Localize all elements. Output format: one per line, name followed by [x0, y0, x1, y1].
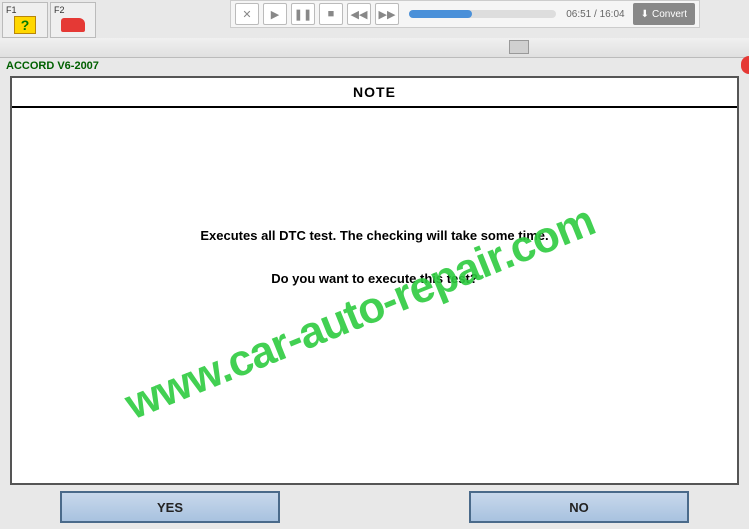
- tab-f2[interactable]: F2: [50, 2, 96, 38]
- download-icon: ⬇: [641, 9, 649, 20]
- tab-f1-label: F1: [3, 5, 17, 15]
- tab-f1[interactable]: F1 ?: [2, 2, 48, 38]
- function-tabs: F1 ? F2: [0, 0, 98, 38]
- forward-button[interactable]: ▶▶: [375, 3, 399, 25]
- play-button[interactable]: ▶: [263, 3, 287, 25]
- note-line-1: Executes all DTC test. The checking will…: [32, 228, 717, 243]
- close-button[interactable]: ✕: [235, 3, 259, 25]
- note-panel: NOTE Executes all DTC test. The checking…: [10, 76, 739, 485]
- help-icon: ?: [13, 15, 37, 35]
- media-player-bar: ✕ ▶ ❚❚ ■ ◀◀ ▶▶ 06:51 / 16:04 ⬇ Convert: [230, 0, 700, 28]
- rewind-button[interactable]: ◀◀: [347, 3, 371, 25]
- tab-f2-label: F2: [51, 5, 65, 15]
- progress-bar[interactable]: [409, 10, 556, 18]
- toolbar-strip: [0, 38, 749, 58]
- yes-button[interactable]: YES: [60, 491, 280, 523]
- convert-label: Convert: [652, 9, 687, 20]
- note-header: NOTE: [12, 78, 737, 108]
- convert-button[interactable]: ⬇ Convert: [633, 3, 695, 25]
- small-vehicle-icon: [509, 40, 529, 54]
- footer-buttons: YES NO: [0, 491, 749, 523]
- car-icon: [61, 15, 85, 35]
- stop-button[interactable]: ■: [319, 3, 343, 25]
- progress-fill: [409, 10, 472, 18]
- note-line-2: Do you want to execute this test?: [32, 271, 717, 286]
- note-body: Executes all DTC test. The checking will…: [12, 108, 737, 286]
- breadcrumb: ACCORD V6-2007: [2, 58, 103, 74]
- pause-button[interactable]: ❚❚: [291, 3, 315, 25]
- red-badge-edge: [741, 56, 749, 74]
- no-button[interactable]: NO: [469, 491, 689, 523]
- time-label: 06:51 / 16:04: [566, 9, 624, 20]
